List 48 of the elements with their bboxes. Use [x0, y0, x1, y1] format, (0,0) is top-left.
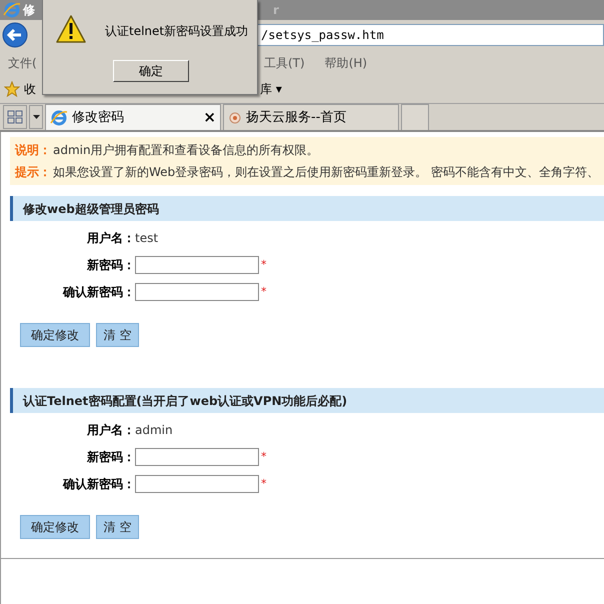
star-icon[interactable] [4, 81, 20, 97]
warning-icon [55, 14, 87, 44]
required-mark: * [261, 256, 266, 273]
required-mark: * [261, 284, 266, 300]
clear-button[interactable]: 清 空 [96, 323, 139, 347]
tab-grid-button[interactable] [3, 105, 27, 129]
tab-label: 扬天云服务--首页 [246, 108, 348, 127]
close-tab-button[interactable]: × [203, 106, 216, 129]
password-field[interactable] [135, 475, 259, 493]
field-label: 确认新密码： [62, 476, 135, 493]
address-field[interactable]: /setsys_passw.htm [256, 24, 604, 46]
field-label: 用户名： [86, 422, 135, 439]
field-label: 用户名： [86, 230, 135, 247]
password-field[interactable] [135, 256, 259, 274]
notice-label: 提示： [15, 164, 52, 181]
browser-logo-icon [3, 1, 21, 19]
caret-icon [32, 115, 40, 119]
grid-icon [7, 110, 23, 124]
confirm-button[interactable]: 确定修改 [20, 515, 90, 539]
field-label: 新密码： [86, 449, 135, 466]
field-label: 确认新密码： [62, 284, 135, 301]
field-label: 新密码： [86, 257, 135, 274]
back-button[interactable] [2, 22, 28, 48]
password-field[interactable] [135, 448, 259, 466]
confirm-button[interactable]: 确定修改 [20, 323, 90, 347]
required-mark: * [261, 476, 266, 492]
browser-logo-icon [50, 108, 68, 126]
tab-label: 修改密码 [72, 108, 125, 127]
menu-item[interactable]: 工具(T) [264, 54, 305, 72]
required-mark: * [261, 448, 266, 465]
ok-button[interactable]: 确定 [113, 60, 189, 82]
browser-tab[interactable] [401, 104, 429, 130]
section-header: 认证Telnet密码配置(当开启了web认证或VPN功能后必配) [10, 388, 604, 413]
clear-button[interactable]: 清 空 [96, 515, 139, 539]
section-header: 修改web超级管理员密码 [10, 196, 604, 221]
tab-list-button[interactable] [29, 105, 43, 129]
dialog-message: 认证telnet新密码设置成功 [105, 23, 248, 40]
menu-item[interactable]: 帮助(H) [324, 54, 368, 72]
notice-label: 说明： [15, 142, 52, 159]
browser-tab[interactable]: 修改密码 × [45, 104, 221, 130]
notice-text: admin用户拥有配置和查看设备信息的所有权限。 [53, 142, 319, 159]
window-title: 修 [23, 2, 36, 19]
username-value: test [135, 230, 160, 247]
favorites-menu[interactable]: 库 ▾ [260, 80, 282, 98]
browser-tab[interactable]: 扬天云服务--首页 [223, 104, 399, 130]
username-value: admin [135, 422, 174, 439]
notice-text: 如果您设置了新的Web登录密码，则在设置之后使用新密码重新登录。 密码不能含有中文、全角字符、 [53, 164, 599, 181]
password-field[interactable] [135, 283, 259, 301]
